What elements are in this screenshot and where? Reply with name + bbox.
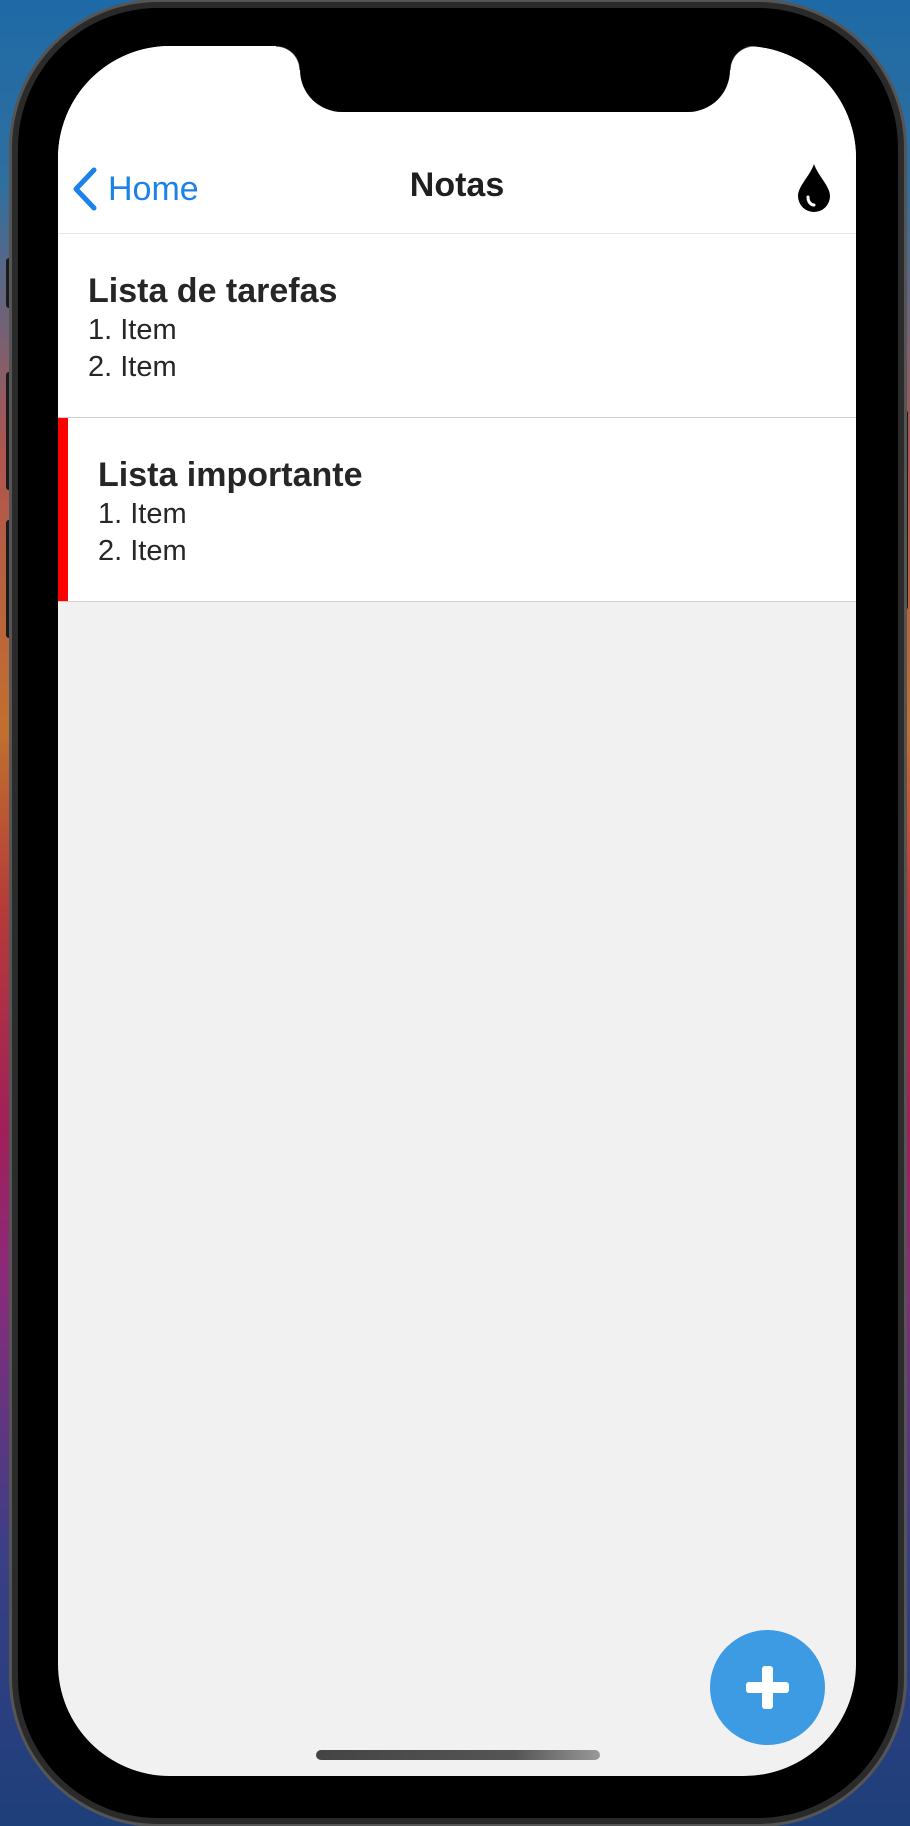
note-title: Lista de tarefas — [88, 272, 338, 310]
app-screen: Home Notas Lista de tarefas 1. Item 2. I… — [58, 46, 856, 1776]
note-line: 1. Item — [88, 314, 177, 346]
phone-volume-down-button — [6, 520, 14, 638]
note-line: 2. Item — [98, 535, 187, 567]
note-card-important[interactable]: Lista importante 1. Item 2. Item — [58, 418, 856, 602]
theme-button[interactable] — [796, 162, 832, 214]
phone-power-button — [900, 410, 908, 610]
home-indicator[interactable] — [316, 1750, 600, 1760]
drop-icon — [798, 164, 830, 212]
plus-icon — [746, 1666, 789, 1709]
add-note-button[interactable] — [710, 1630, 825, 1745]
note-line: 2. Item — [88, 351, 177, 383]
note-content: Lista de tarefas 1. Item 2. Item — [88, 270, 337, 386]
page-title: Notas — [409, 166, 505, 204]
notch — [276, 46, 754, 112]
phone-side-button — [6, 258, 14, 308]
note-line: 1. Item — [98, 498, 187, 530]
note-card[interactable]: Lista de tarefas 1. Item 2. Item — [58, 234, 856, 418]
note-title: Lista importante — [98, 456, 363, 494]
note-content: Lista importante 1. Item 2. Item — [98, 454, 362, 570]
phone-volume-up-button — [6, 372, 14, 490]
important-accent-bar — [58, 418, 68, 601]
